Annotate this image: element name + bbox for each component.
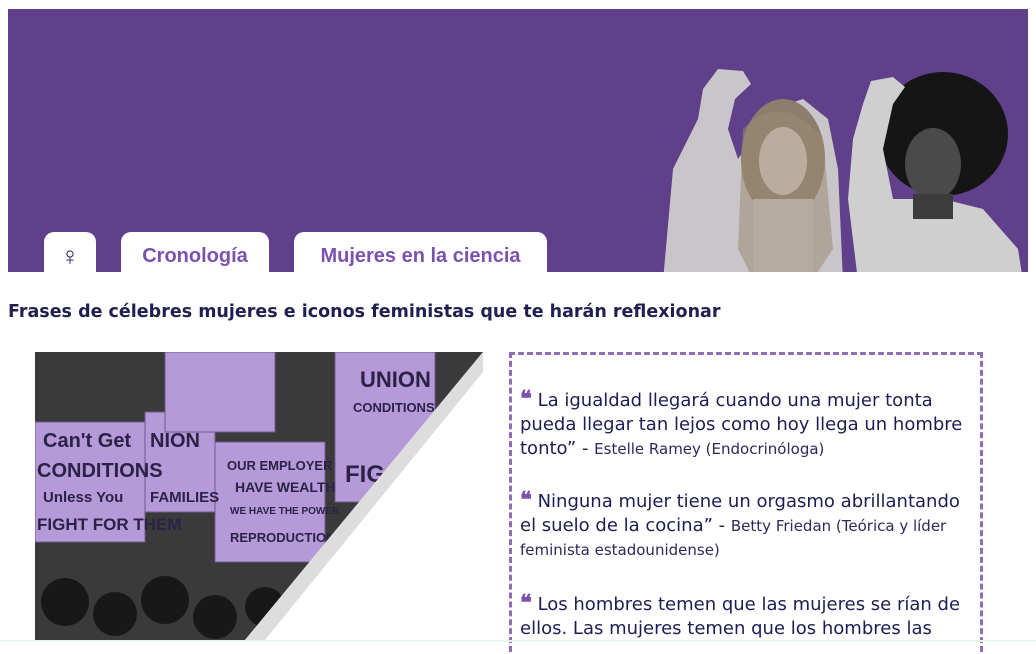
page-heading: Frases de célebres mujeres e iconos femi… xyxy=(8,302,721,322)
quotes-box: ❝ La igualdad llegará cuando una mujer t… xyxy=(509,352,983,652)
quote-item: ❝ Los hombres temen que las mujeres se r… xyxy=(520,591,970,641)
tab-home[interactable]: ♀ xyxy=(44,232,96,272)
quote-item: ❝ La igualdad llegará cuando una mujer t… xyxy=(520,387,970,461)
divider xyxy=(0,640,1036,642)
quote-mark-icon: ❝ xyxy=(520,487,532,513)
sign-text: UNION xyxy=(360,367,431,392)
woman-left-figure xyxy=(663,69,843,272)
quote-text: Los hombres temen que las mujeres se ría… xyxy=(520,594,961,639)
woman-right-figure xyxy=(848,72,1022,272)
protest-photo-image: Can't Get CONDITIONS Unless You FIGHT FO… xyxy=(35,352,483,640)
protest-photo: Can't Get CONDITIONS Unless You FIGHT FO… xyxy=(35,352,483,640)
sign-text: CONDITIONS xyxy=(353,400,435,415)
header-banner: ♀ Cronología Mujeres en la ciencia xyxy=(8,9,1028,272)
venus-icon: ♀ xyxy=(60,241,80,271)
sign-text: WE HAVE THE POWER xyxy=(230,506,340,517)
sign-text: NION xyxy=(150,430,200,452)
sign-text: CONDITIONS xyxy=(37,460,163,482)
feminist-women-illustration xyxy=(663,69,1022,272)
quote-item: ❝ Ninguna mujer tiene un orgasmo abrilla… xyxy=(520,488,970,562)
tab-mujeres-ciencia[interactable]: Mujeres en la ciencia xyxy=(294,232,547,272)
quote-author: Estelle Ramey (Endocrinóloga) xyxy=(594,440,825,458)
quote-mark-icon: ❝ xyxy=(520,386,532,412)
sign-text: FAMILIES xyxy=(150,489,219,506)
tab-cronologia[interactable]: Cronología xyxy=(121,232,269,272)
quote-mark-icon: ❝ xyxy=(520,590,532,616)
sign-text: REPRODUCTION xyxy=(230,530,335,545)
sign-text: Can't Get xyxy=(43,430,131,452)
sign-text: OUR EMPLOYER xyxy=(227,458,333,473)
sign-text: Unless You xyxy=(43,489,123,506)
sign-text: HAVE WEALTH xyxy=(235,479,336,495)
sign-text: FIGHT FOR THEM xyxy=(37,515,181,534)
